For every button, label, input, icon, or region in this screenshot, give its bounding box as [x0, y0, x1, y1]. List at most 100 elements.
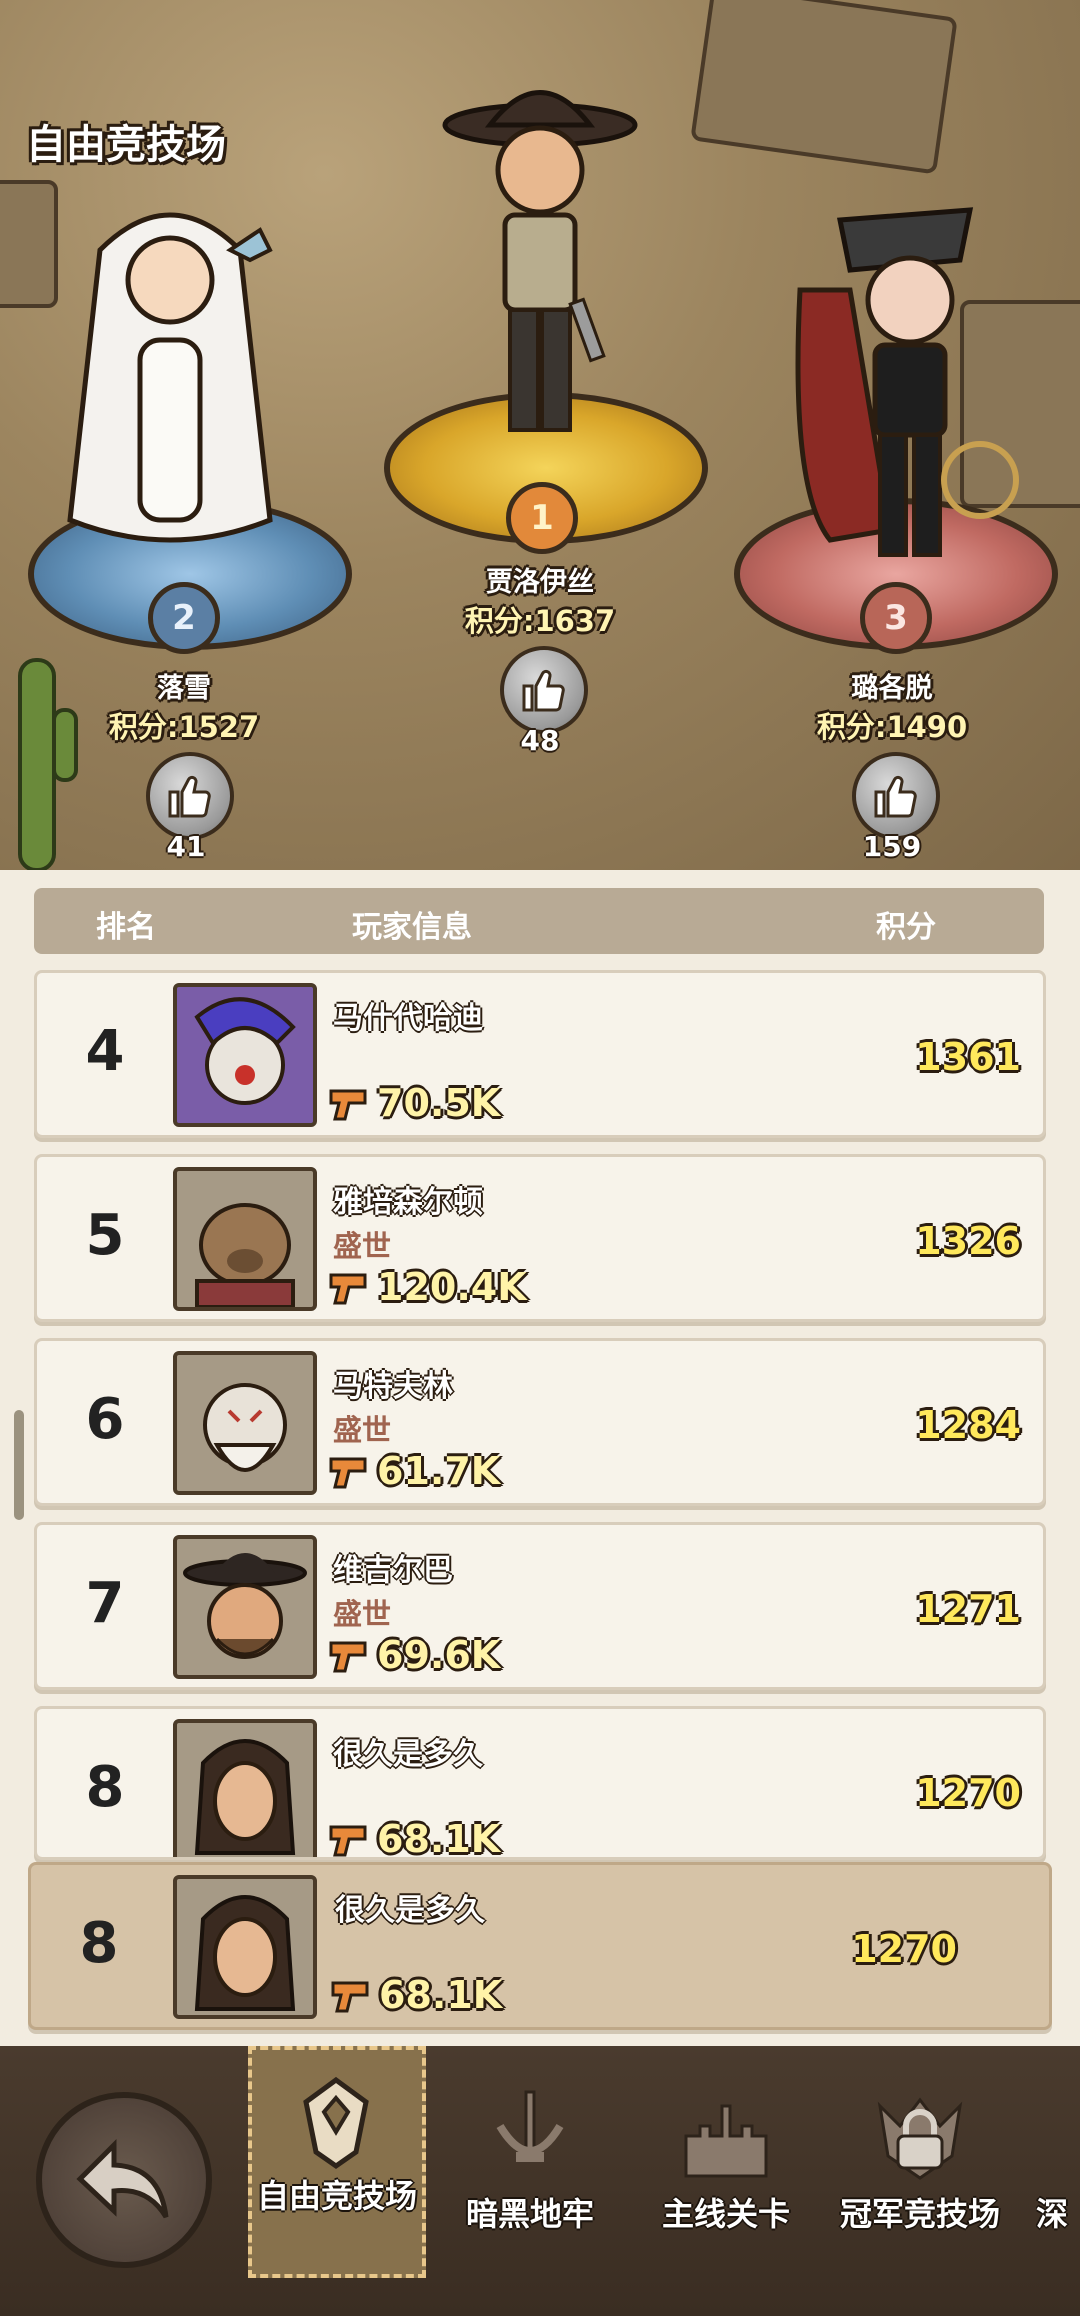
hero-figure-rank-3[interactable]	[770, 190, 1030, 570]
back-button[interactable]	[36, 2092, 212, 2268]
avatar-portrait-icon	[194, 997, 296, 1105]
ranking-row[interactable]: 7 维吉尔巴 盛世 69.6K 1271	[34, 1522, 1046, 1690]
ranking-row[interactable]: 5 雅培森尔顿 盛世 120.4K 1326	[34, 1154, 1046, 1322]
row-rank: 4	[85, 1019, 125, 1084]
tab-label: 暗黑地牢	[465, 2195, 594, 2233]
player-score: 1284	[915, 1403, 1021, 1447]
back-arrow-icon	[76, 2138, 169, 2219]
row-rank: 8	[85, 1755, 125, 1820]
ranking-row[interactable]: 6 马特夫林 盛世 61.7K 1284	[34, 1338, 1046, 1506]
avatar-portrait-icon	[203, 1383, 287, 1472]
thumbs-up-icon	[168, 775, 211, 818]
row-rank: 7	[85, 1571, 125, 1636]
gun-icon	[329, 1825, 367, 1857]
thumbs-up-icon	[874, 775, 917, 818]
rank-1-medal-icon: 1	[506, 482, 578, 554]
sword-icon	[496, 2090, 564, 2162]
ranking-row[interactable]: 8 很久是多久 68.1K 1270	[34, 1706, 1046, 1860]
tab-main-stage[interactable]: 主线关卡	[636, 2046, 816, 2316]
lock-icon	[896, 2109, 944, 2170]
my-rank: 8	[79, 1911, 119, 1976]
ranking-row[interactable]: 4 马什代哈迪 70.5K 1361	[34, 970, 1046, 1138]
hero-figure-rank-1[interactable]	[430, 70, 650, 460]
player-score: 1270	[915, 1771, 1021, 1815]
player-avatar[interactable]	[173, 1719, 317, 1857]
combat-power-value: 69.6K	[377, 1633, 501, 1677]
player-name: 维吉尔巴	[333, 1553, 453, 1588]
castle-icon	[684, 2104, 768, 2178]
rank-2-like-count: 41	[166, 830, 206, 863]
header-player-info: 玩家信息	[352, 910, 472, 945]
rank-3-like-button[interactable]	[852, 752, 940, 840]
ranking-list[interactable]: 排名 玩家信息 积分 4 马什代哈迪 70.5K 1361 5 雅培森尔顿 盛世…	[0, 870, 1080, 2046]
gun-icon	[329, 1089, 367, 1121]
row-rank: 5	[85, 1203, 125, 1268]
player-guild: 盛世	[333, 1597, 392, 1631]
avatar-portrait-icon	[194, 1739, 296, 1855]
gun-icon	[331, 1981, 369, 2013]
combat-power: 120.4K	[327, 1265, 527, 1309]
player-name: 马什代哈迪	[333, 1001, 483, 1036]
header-score: 积分	[876, 910, 936, 945]
combat-power: 68.1K	[327, 1817, 501, 1860]
rank-1-player-name: 贾洛伊丝	[486, 567, 594, 598]
combat-power-value: 68.1K	[377, 1817, 501, 1860]
my-avatar[interactable]	[173, 1875, 317, 2019]
rock-decoration	[690, 0, 958, 175]
gun-icon	[329, 1273, 367, 1305]
player-avatar[interactable]	[173, 1167, 317, 1311]
player-score: 1361	[915, 1035, 1021, 1079]
tab-free-arena[interactable]: 自由竞技场	[248, 2046, 426, 2278]
tab-champion-arena[interactable]: 冠军竞技场	[830, 2046, 1010, 2316]
my-ranking-row[interactable]: 8 很久是多久 68.1K 1270	[28, 1862, 1052, 2030]
tab-more[interactable]: 深	[1036, 2046, 1080, 2316]
player-score: 1326	[915, 1219, 1021, 1263]
gun-icon	[329, 1641, 367, 1673]
player-guild: 盛世	[333, 1229, 392, 1263]
list-scrollbar[interactable]	[14, 1410, 24, 1520]
ranking-list-header: 排名 玩家信息 积分	[34, 888, 1044, 954]
combat-power-value: 120.4K	[377, 1265, 527, 1309]
tab-label: 主线关卡	[661, 2195, 790, 2233]
combat-power: 61.7K	[327, 1449, 500, 1493]
rank-2-player-name: 落雪	[157, 673, 211, 704]
combat-power-value: 70.5K	[377, 1081, 501, 1125]
rank-3-medal-icon: 3	[860, 582, 932, 654]
avatar-portrait-icon	[183, 1553, 307, 1659]
rank-1-like-count: 48	[520, 724, 560, 757]
header-rank: 排名	[96, 910, 156, 945]
rank-1-score: 积分:1637	[464, 604, 616, 638]
combat-power: 70.5K	[327, 1081, 500, 1125]
thumbs-up-icon	[522, 669, 565, 712]
player-name: 雅培森尔顿	[333, 1185, 483, 1220]
avatar-portrait-icon	[195, 1203, 295, 1307]
rank-3-score: 积分:1490	[816, 710, 968, 744]
tab-label: 自由竞技场	[256, 2177, 417, 2215]
rank-2-like-button[interactable]	[146, 752, 234, 840]
row-rank: 6	[85, 1387, 125, 1452]
player-name: 很久是多久	[333, 1737, 483, 1772]
player-avatar[interactable]	[173, 983, 317, 1127]
avatar-portrait-icon	[194, 1895, 296, 2011]
player-score: 1271	[915, 1587, 1021, 1631]
combat-power-value: 61.7K	[377, 1449, 501, 1493]
gun-icon	[329, 1457, 367, 1489]
hero-figure-rank-2[interactable]	[40, 190, 300, 560]
arena-crest-icon	[303, 2076, 369, 2170]
arena-podium-area: 自由竞技场 1 2 3 贾洛伊丝 积分:1637 48 落雪 积分:1527 4…	[0, 0, 1080, 870]
rank-2-score: 积分:1527	[108, 710, 260, 744]
player-avatar[interactable]	[173, 1535, 317, 1679]
rank-1-like-button[interactable]	[500, 646, 588, 734]
arena-title: 自由竞技场	[26, 122, 226, 168]
tab-label: 深	[1036, 2195, 1069, 2233]
player-avatar[interactable]	[173, 1351, 317, 1495]
rank-3-player-name: 璐各脱	[851, 673, 933, 704]
tab-label: 冠军竞技场	[839, 2195, 1000, 2233]
my-combat-power: 68.1K	[329, 1973, 502, 2017]
bottom-navigation: 自由竞技场 暗黑地牢 主线关卡 冠军竞技场 深	[0, 2046, 1080, 2316]
rank-2-medal-icon: 2	[148, 582, 220, 654]
rank-3-like-count: 159	[862, 830, 922, 863]
my-combat-power-value: 68.1K	[379, 1973, 503, 2017]
tab-dark-dungeon[interactable]: 暗黑地牢	[440, 2046, 620, 2316]
my-score: 1270	[851, 1927, 957, 1971]
